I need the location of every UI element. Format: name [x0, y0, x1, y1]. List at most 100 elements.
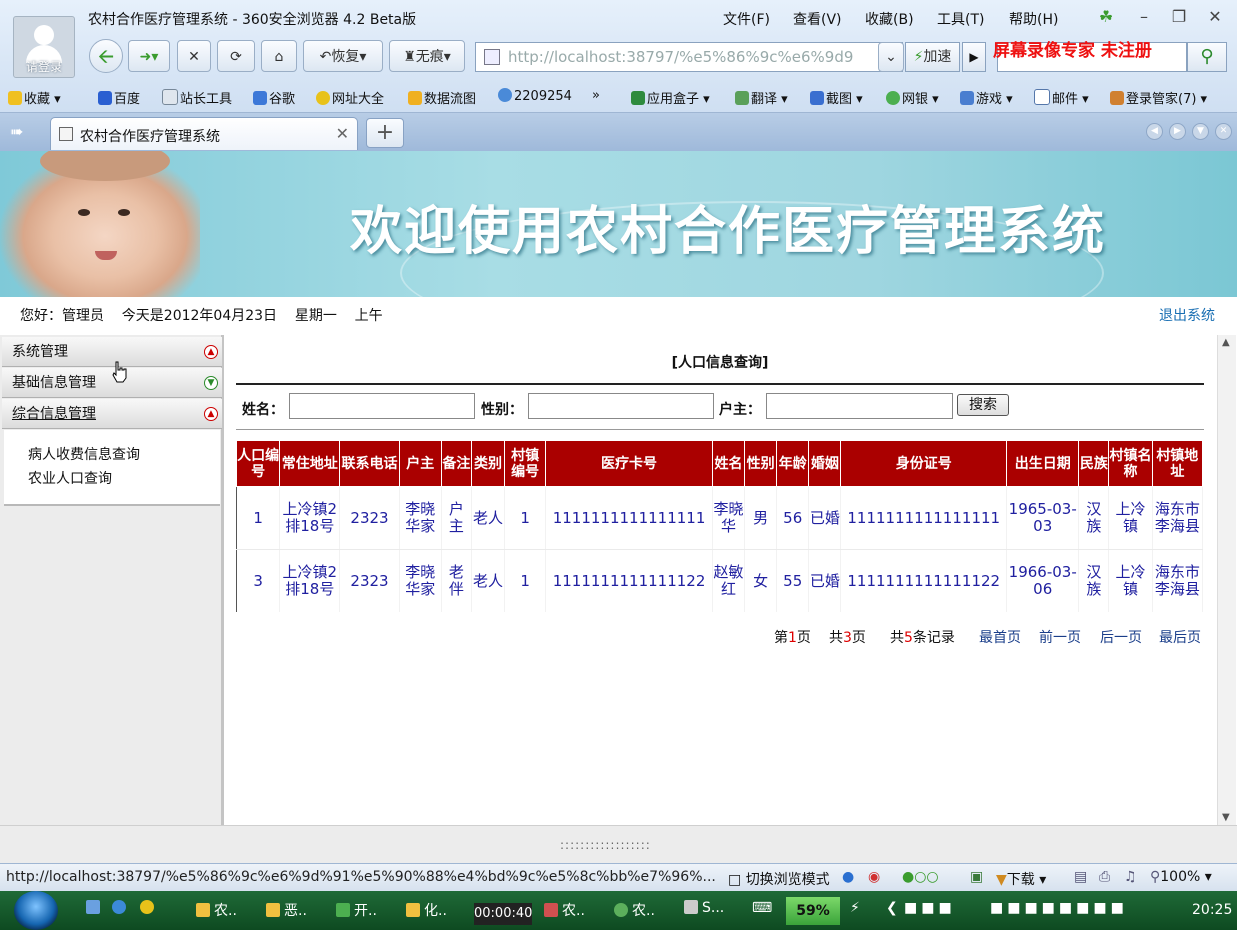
back-button[interactable]: 🡨 [89, 39, 123, 73]
householder-input[interactable] [766, 393, 953, 419]
taskbar-item[interactable]: 农.. [544, 900, 585, 920]
login-avatar[interactable]: 请登录 [13, 16, 75, 78]
scroll-up-icon[interactable]: ▲ [1222, 337, 1230, 348]
quicklaunch-ie-icon[interactable] [112, 900, 130, 916]
forward-button[interactable]: ➜▾ [128, 40, 170, 72]
fav-webmaster[interactable]: 站长工具 [162, 88, 232, 107]
tab-list-icon[interactable]: ▼ [1192, 123, 1209, 140]
baidu-icon [98, 91, 112, 105]
skin-icon[interactable]: ☘ [1095, 6, 1117, 28]
close-window-icon[interactable]: ✕ [1204, 6, 1226, 28]
tab-scroll-left-icon[interactable]: ◀ [1146, 123, 1163, 140]
switch-mode-button[interactable]: □ 切换浏览模式 [728, 869, 830, 889]
download-button[interactable]: ▼下载 ▾ [996, 869, 1046, 889]
menu-file[interactable]: 文件(F) [723, 9, 770, 29]
fav-translate[interactable]: 翻译 ▾ [735, 88, 788, 107]
zoom-control[interactable]: ⚲100% ▾ [1150, 869, 1212, 885]
taskbar-item[interactable]: 化.. [406, 900, 447, 920]
tray-icons[interactable]: ■■■ [904, 900, 956, 916]
ie-icon [112, 900, 126, 914]
scroll-down-icon[interactable]: ▼ [1222, 812, 1230, 823]
taskbar-item[interactable]: S... [684, 900, 724, 916]
menu-help[interactable]: 帮助(H) [1009, 9, 1058, 29]
tray-plug-icon[interactable]: ⚡ [850, 900, 860, 916]
fav-sites[interactable]: 网址大全 [316, 88, 384, 107]
submenu-patient-fees[interactable]: 病人收费信息查询 [28, 444, 140, 464]
taskbar-item[interactable]: 开.. [336, 900, 377, 920]
quicklaunch-360-icon[interactable] [140, 900, 158, 916]
close-tab-icon[interactable]: ✕ [336, 124, 349, 143]
new-tab-button[interactable]: + [366, 118, 404, 148]
gamepad-icon [960, 91, 974, 105]
menu-view[interactable]: 查看(V) [793, 9, 842, 29]
fav-screenshot[interactable]: 截图 ▾ [810, 88, 863, 107]
table-cell: 56 [776, 486, 810, 550]
play-button[interactable]: ▶ [962, 42, 986, 72]
first-page-link[interactable]: 最首页 [979, 627, 1021, 647]
gender-input[interactable] [528, 393, 714, 419]
home-button[interactable]: ⌂ [261, 40, 297, 72]
maximize-icon[interactable]: ❐ [1168, 6, 1190, 28]
fav-baidu[interactable]: 百度 [98, 88, 140, 107]
switch-mode-label: 切换浏览模式 [745, 872, 830, 888]
incognito-button[interactable]: ♜无痕▾ [389, 40, 465, 72]
fav-games[interactable]: 游戏 ▾ [960, 88, 1013, 107]
fav-2209254[interactable]: 2209254 [498, 88, 572, 104]
taskbar-item[interactable]: 农.. [614, 900, 655, 920]
printer-icon[interactable]: ⎙ [1099, 869, 1110, 885]
restore-button[interactable]: ↶恢复▾ [303, 40, 383, 72]
tray-icons-2[interactable]: ■■■■■■■■ [990, 900, 1128, 916]
address-dropdown-button[interactable]: ⌄ [878, 42, 904, 72]
tab-active[interactable]: 农村合作医疗管理系统 ✕ [50, 117, 358, 150]
ie-icon[interactable]: ● [842, 869, 854, 885]
quicklaunch-desktop-icon[interactable] [86, 900, 104, 916]
keyboard-icon[interactable]: ⌨ [752, 900, 772, 916]
start-button[interactable] [14, 891, 58, 930]
shield-icon[interactable]: ◉ [868, 869, 880, 885]
name-input[interactable] [289, 393, 475, 419]
fav-google[interactable]: 谷歌 [253, 88, 295, 107]
key-icon [1110, 91, 1124, 105]
page-title: [人口信息查询] [671, 355, 769, 371]
table-header-row: 人口编号 常住地址 联系电话 户主 备注 类别 村镇编号 医疗卡号 姓名 性别 … [235, 440, 1204, 487]
fav-bank[interactable]: 网银 ▾ [886, 88, 939, 107]
fav-login-manager[interactable]: 登录管家(7) ▾ [1110, 88, 1207, 107]
search-icon: ⚲ [1200, 46, 1214, 67]
refresh-button[interactable]: ⟳ [217, 40, 255, 72]
menu-tools[interactable]: 工具(T) [937, 9, 984, 29]
speed-button[interactable]: ⚡加速 [905, 42, 960, 72]
tab-close-all-icon[interactable]: ✕ [1215, 123, 1232, 140]
minimize-icon[interactable]: – [1133, 6, 1155, 28]
menu-comprehensive-info[interactable]: 综合信息管理 ▲ [2, 399, 222, 429]
splitter-handle[interactable]: :::::::::::::::::: [560, 838, 651, 852]
stop-button[interactable]: ✕ [177, 40, 211, 72]
toggle-icon[interactable]: ●○○ [902, 869, 939, 885]
logout-link[interactable]: 退出系统 [1159, 305, 1215, 325]
submenu-rural-population[interactable]: 农业人口查询 [28, 468, 112, 488]
prev-page-link[interactable]: 前一页 [1039, 627, 1081, 647]
last-page-link[interactable]: 最后页 [1159, 627, 1201, 647]
address-bar[interactable]: http://localhost:38797/%e5%86%9c%e6%9d9 [475, 42, 903, 72]
divider [236, 429, 1204, 430]
table-row[interactable]: 3 上冷镇2排18号 2323 李晓华家 老伴 老人 1 11111111111… [235, 549, 1204, 612]
tray-expand-icon[interactable]: ❮ [886, 900, 898, 916]
menu-favorites[interactable]: 收藏(B) [865, 9, 914, 29]
fav-more[interactable]: » [592, 88, 600, 103]
taskbar-item[interactable]: 农.. [196, 900, 237, 920]
search-button[interactable]: ⚲ [1187, 42, 1227, 72]
tools-icon[interactable]: ▣ [970, 869, 983, 885]
fav-dataflow[interactable]: 数据流图 [408, 88, 476, 107]
fav-mail[interactable]: 邮件 ▾ [1034, 88, 1089, 107]
page-tools-icon[interactable]: ▤ [1074, 869, 1087, 885]
volume-icon[interactable]: ♫ [1124, 869, 1137, 885]
next-page-link[interactable]: 后一页 [1100, 627, 1142, 647]
fav-collect[interactable]: 收藏 ▾ [8, 88, 61, 107]
tab-scroll-right-icon[interactable]: ▶ [1169, 123, 1186, 140]
search-submit-button[interactable]: 搜索 [957, 394, 1009, 416]
fav-appbox[interactable]: 应用盒子 ▾ [631, 88, 710, 107]
table-row[interactable]: 1 上冷镇2排18号 2323 李晓华家 户主 老人 1 11111111111… [235, 486, 1204, 550]
taskbar-item[interactable]: 恶.. [266, 900, 307, 920]
page-text: 共 [890, 630, 904, 646]
vertical-scrollbar[interactable]: ▲ ▼ [1217, 335, 1236, 825]
sidebar-toggle-icon[interactable]: ➠ [10, 122, 23, 141]
